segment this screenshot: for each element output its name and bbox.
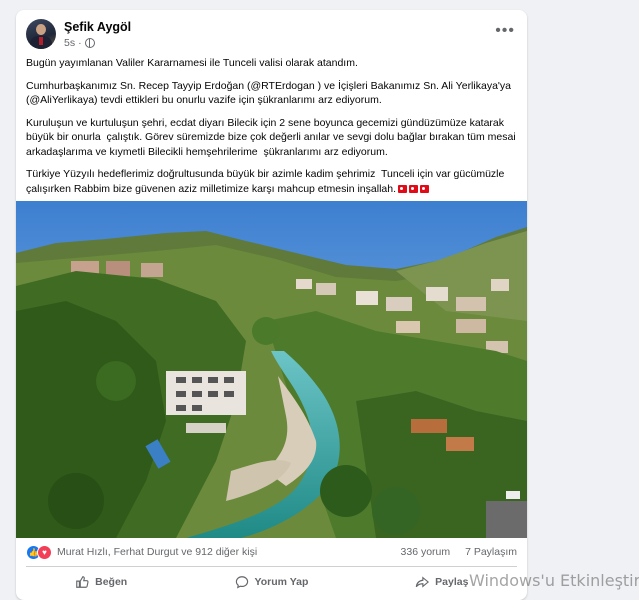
post-meta: 5s · bbox=[64, 37, 95, 49]
post-paragraph: Bugün yayımlanan Valiler Kararnamesi ile… bbox=[26, 57, 358, 69]
thumbs-up-icon bbox=[76, 576, 89, 588]
divider bbox=[26, 566, 517, 567]
reactors-summary[interactable]: Murat Hızlı, Ferhat Durgut ve 912 diğer … bbox=[57, 546, 257, 558]
reaction-icons[interactable]: 👍 ♥ bbox=[26, 545, 52, 560]
post-paragraph-last: Türkiye Yüzyılı hedeflerimiz doğrultusun… bbox=[26, 167, 518, 196]
share-icon bbox=[415, 576, 430, 588]
turkish-flag-icon bbox=[398, 184, 407, 193]
post-stats: 👍 ♥ Murat Hızlı, Ferhat Durgut ve 912 di… bbox=[26, 544, 517, 562]
windows-activation-watermark: Windows'u Etkinleştir bbox=[469, 571, 639, 590]
turkish-flag-icon bbox=[420, 184, 429, 193]
like-label: Beğen bbox=[95, 576, 128, 588]
comment-count[interactable]: 336 yorum bbox=[401, 546, 451, 558]
comment-icon bbox=[235, 576, 248, 589]
post-paragraph-text: Türkiye Yüzyılı hedeflerimiz doğrultusun… bbox=[26, 168, 511, 195]
post-photo[interactable] bbox=[16, 201, 527, 538]
post-actions: Beğen Yorum Yap Paylaş bbox=[16, 570, 527, 594]
avatar[interactable] bbox=[26, 19, 56, 49]
share-count[interactable]: 7 Paylaşım bbox=[465, 546, 517, 558]
share-label: Paylaş bbox=[435, 576, 469, 588]
engagement-counts: 336 yorum 7 Paylaşım bbox=[389, 546, 517, 558]
comment-label: Yorum Yap bbox=[254, 576, 309, 588]
post-text: Bugün yayımlanan Valiler Kararnamesi ile… bbox=[26, 56, 518, 204]
post-paragraph: Kuruluşun ve kurtuluşun şehri, ecdat diy… bbox=[26, 116, 519, 158]
post-time[interactable]: 5s bbox=[64, 37, 75, 49]
author-name[interactable]: Şefik Aygöl bbox=[64, 20, 131, 34]
town-river-photo bbox=[16, 201, 527, 538]
love-icon: ♥ bbox=[37, 545, 52, 560]
turkish-flag-icon bbox=[409, 184, 418, 193]
like-button[interactable]: Beğen bbox=[16, 570, 186, 594]
post-header: Şefik Aygöl 5s · ••• bbox=[26, 18, 517, 54]
globe-icon bbox=[84, 38, 95, 48]
more-options-button[interactable]: ••• bbox=[495, 23, 515, 39]
post-paragraph: Cumhurbaşkanımız Sn. Recep Tayyip Erdoğa… bbox=[26, 79, 514, 107]
comment-button[interactable]: Yorum Yap bbox=[186, 570, 356, 594]
post-card: Şefik Aygöl 5s · ••• Bugün yayımlanan Va… bbox=[16, 10, 527, 600]
